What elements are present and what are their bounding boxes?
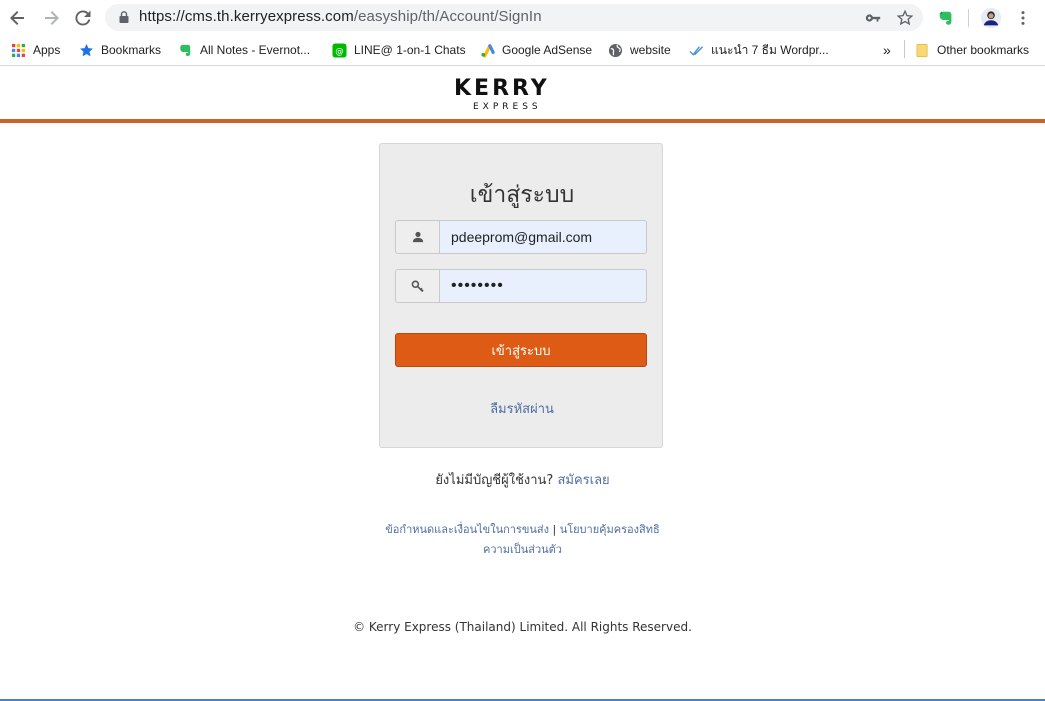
apps-grid-icon (10, 42, 26, 58)
url-text: https://cms.th.kerryexpress.com/easyship… (139, 8, 542, 25)
adsense-icon (479, 42, 495, 58)
username-input[interactable] (439, 220, 647, 254)
bookmark-star-icon[interactable] (895, 8, 915, 28)
globe-icon (607, 42, 623, 58)
password-input[interactable] (439, 269, 647, 303)
avatar-icon[interactable] (979, 6, 1003, 30)
lock-icon (119, 11, 129, 23)
privacy-link[interactable]: นโยบายคุ้มครองสิทธิ (560, 523, 660, 536)
bookmarks-overflow-button[interactable]: » (883, 41, 891, 59)
logo-subtitle: EXPRESS (473, 102, 542, 112)
bookmark-label: website (630, 43, 671, 57)
bookmark-website[interactable]: website (607, 41, 671, 59)
signin-button-label: เข้าสู่ระบบ (491, 343, 551, 359)
login-panel: เข้าสู่ระบบ เข้าสู่ระบบ ลืมรหัสผ่าน (379, 143, 663, 448)
evernote-icon[interactable] (934, 6, 958, 30)
bookmark-label: Other bookmarks (937, 43, 1030, 57)
logo-wordmark: KERRY (454, 76, 550, 101)
evernote-icon (177, 42, 193, 58)
address-bar[interactable]: https://cms.th.kerryexpress.com/easyship… (105, 4, 923, 31)
privacy-link-continued[interactable]: ความเป็นส่วนตัว (483, 543, 562, 556)
bookmark-line[interactable]: @ LINE@ 1-on-1 Chats (331, 41, 466, 59)
signin-button[interactable]: เข้าสู่ระบบ (395, 333, 647, 367)
folder-icon (914, 42, 930, 58)
bookmarks-divider (904, 40, 905, 58)
back-button[interactable] (6, 6, 30, 30)
bookmark-other[interactable]: Other bookmarks (914, 41, 1029, 59)
login-title: เข้าสู่ระบบ (469, 182, 575, 208)
check-icon (688, 42, 704, 58)
bookmark-label: Google AdSense (502, 43, 593, 57)
svg-text:@: @ (335, 45, 343, 55)
bookmark-apps[interactable]: Apps (10, 41, 60, 59)
bookmark-label: LINE@ 1-on-1 Chats (354, 43, 466, 57)
bookmark-label: Apps (33, 43, 61, 57)
line-icon: @ (331, 42, 347, 58)
bookmark-wordpress-themes[interactable]: แนะนำ 7 ธีม Wordpr... (688, 41, 829, 59)
forgot-password-label: ลืมรหัสผ่าน (490, 402, 554, 417)
bookmark-adsense[interactable]: Google AdSense (479, 41, 592, 59)
key-icon[interactable] (863, 8, 883, 28)
bookmark-all-notes[interactable]: All Notes - Evernot... (177, 41, 310, 59)
forgot-password-link[interactable]: ลืมรหัสผ่าน (380, 398, 664, 419)
user-icon (395, 220, 439, 254)
kebab-menu-icon[interactable] (1011, 6, 1035, 30)
bookmark-label: แนะนำ 7 ธีม Wordpr... (711, 42, 829, 57)
star-icon (78, 42, 94, 58)
register-prompt: ยังไม่มีบัญชีผู้ใช้งาน? สมัครเลย (0, 469, 1045, 490)
kerry-express-logo[interactable]: KERRY EXPRESS (454, 76, 588, 112)
bookmark-label: All Notes - Evernot... (200, 43, 311, 57)
toolbar-divider (968, 9, 969, 27)
copyright-text: © Kerry Express (Thailand) Limited. All … (353, 620, 692, 634)
key-icon (395, 269, 439, 303)
terms-link[interactable]: ข้อกำหนดและเงื่อนไขในการขนส่ง (385, 523, 549, 536)
arrow-left-icon (10, 11, 24, 25)
footer-links: ข้อกำหนดและเงื่อนไขในการขนส่ง | นโยบายคุ… (0, 520, 1045, 560)
reload-icon (75, 10, 91, 26)
password-group (395, 269, 647, 303)
bookmark-label: Bookmarks (101, 43, 162, 57)
site-header: KERRY EXPRESS (0, 67, 1045, 119)
forward-button[interactable] (39, 6, 63, 30)
reload-button[interactable] (71, 6, 95, 30)
username-group (395, 220, 647, 254)
register-link[interactable]: สมัครเลย (557, 473, 609, 488)
browser-toolbar: https://cms.th.kerryexpress.com/easyship… (0, 0, 1045, 35)
arrow-right-icon (45, 11, 59, 25)
footer-separator: | (552, 523, 557, 536)
register-prompt-text: ยังไม่มีบัญชีผู้ใช้งาน? (435, 473, 554, 488)
bookmark-bookmarks[interactable]: Bookmarks (78, 41, 161, 59)
bookmarks-bar: Apps Bookmarks All Notes - Evernot... @ … (0, 35, 1045, 66)
header-accent-bar (0, 119, 1045, 123)
